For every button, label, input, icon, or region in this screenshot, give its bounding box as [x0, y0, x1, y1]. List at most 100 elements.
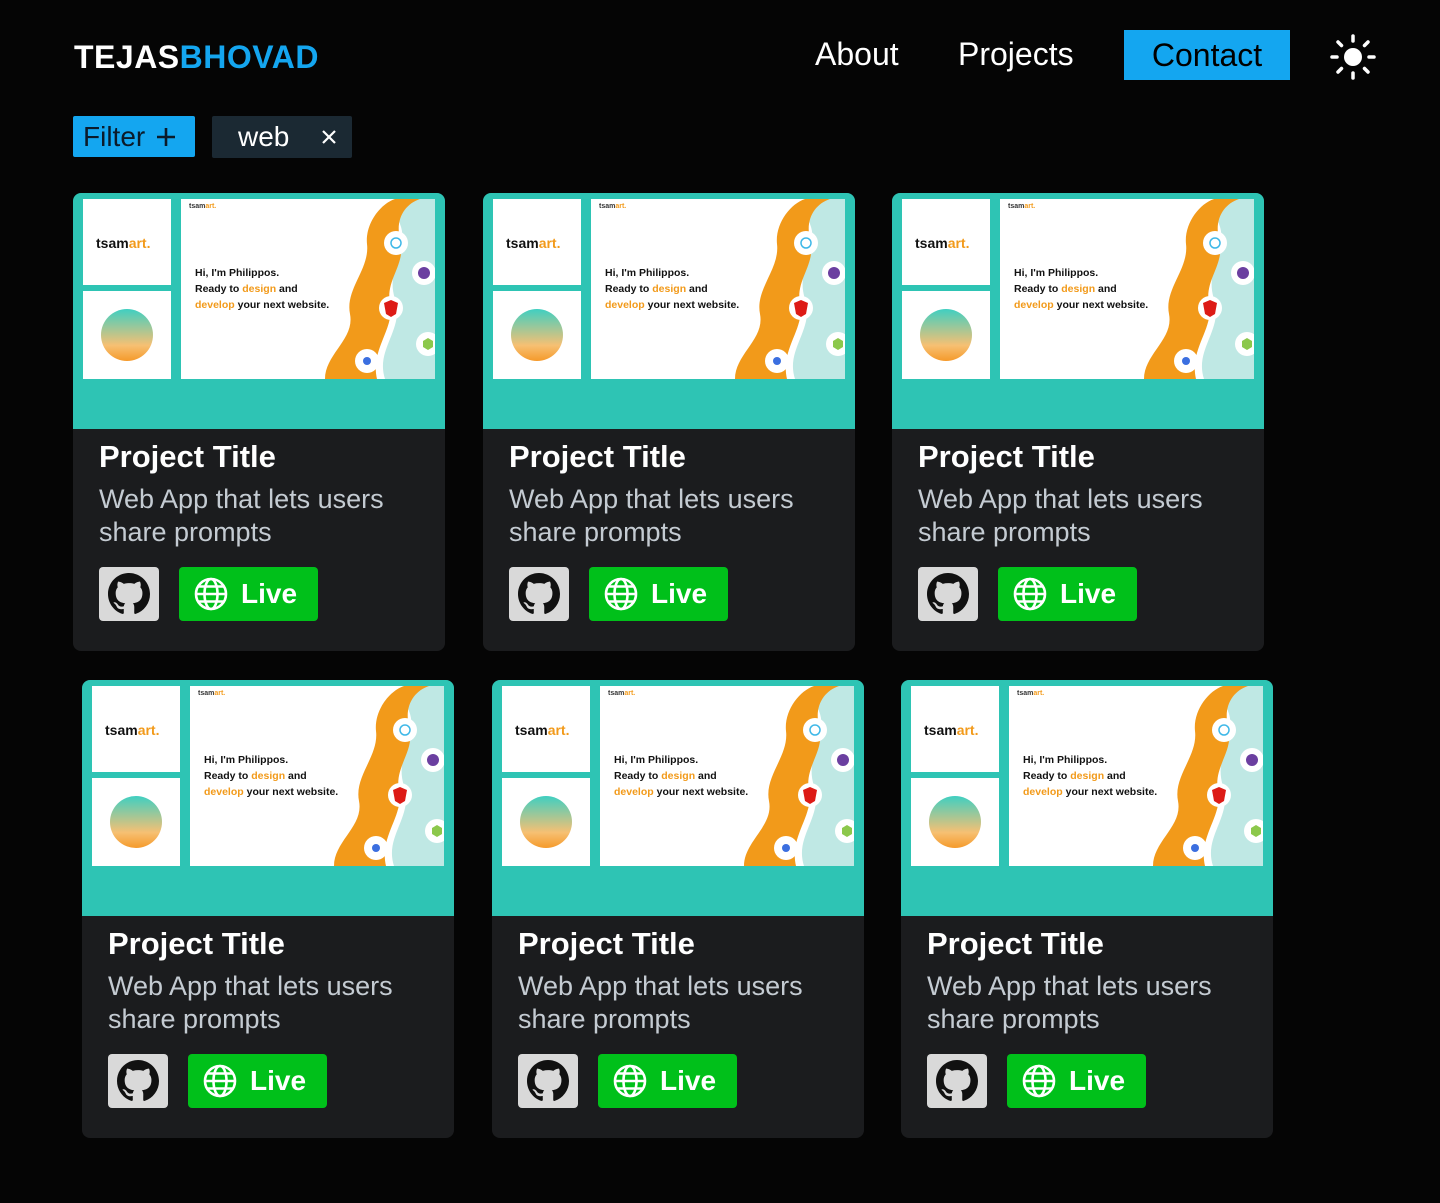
wave-illustration-icon: [1144, 199, 1254, 379]
wave-illustration-icon: [1153, 686, 1263, 866]
github-icon: [936, 1060, 978, 1101]
thumbnail-brand: tsamart.: [599, 203, 627, 210]
live-button-label: Live: [1060, 578, 1117, 609]
github-button[interactable]: [927, 1054, 987, 1108]
project-title: Project Title: [99, 439, 276, 474]
thumbnail-logo: tsamart.: [915, 235, 970, 251]
live-button-label: Live: [660, 1065, 717, 1096]
live-demo-button[interactable]: Live: [998, 567, 1137, 621]
logo-first-name: TEJAS: [74, 39, 180, 75]
thumbnail-logo-panel: tsamart.: [502, 686, 590, 772]
live-demo-button[interactable]: Live: [589, 567, 728, 621]
github-button[interactable]: [518, 1054, 578, 1108]
live-button-label: Live: [1069, 1065, 1126, 1096]
project-card: tsamart. tsamart. Hi, I'm Philippos. Rea…: [901, 680, 1273, 1138]
thumbnail-brand: tsamart.: [1017, 690, 1045, 697]
avatar: [101, 309, 153, 361]
wave-illustration-icon: [735, 199, 845, 379]
plus-icon: [157, 127, 176, 146]
globe-icon: [1022, 1064, 1056, 1098]
project-description: Web App that lets users share prompts: [108, 971, 393, 1034]
project-thumbnail[interactable]: tsamart. tsamart. Hi, I'm Philippos. Rea…: [483, 193, 855, 429]
filter-tag-label: web: [238, 121, 290, 152]
active-filter-tag: web: [212, 116, 352, 158]
project-thumbnail[interactable]: tsamart. tsamart. Hi, I'm Philippos. Rea…: [901, 680, 1273, 916]
thumbnail-logo: tsamart.: [515, 722, 570, 738]
project-thumbnail[interactable]: tsamart. tsamart. Hi, I'm Philippos. Rea…: [492, 680, 864, 916]
live-button-label: Live: [241, 578, 298, 609]
project-card: tsamart. tsamart. Hi, I'm Philippos. Rea…: [82, 680, 454, 1138]
thumbnail-hero-panel: tsamart. Hi, I'm Philippos. Ready to des…: [181, 199, 435, 379]
thumbnail-logo: tsamart.: [96, 235, 151, 251]
globe-icon: [194, 577, 228, 611]
project-description: Web App that lets users share prompts: [99, 484, 384, 547]
close-icon[interactable]: [318, 126, 340, 148]
project-title: Project Title: [518, 926, 695, 961]
project-thumbnail[interactable]: tsamart. tsamart. Hi, I'm Philippos. Rea…: [73, 193, 445, 429]
thumbnail-logo-panel: tsamart.: [493, 199, 581, 285]
project-title: Project Title: [927, 926, 1104, 961]
sun-icon[interactable]: [1329, 33, 1377, 81]
thumbnail-avatar-panel: [92, 778, 180, 866]
project-thumbnail[interactable]: tsamart. tsamart. Hi, I'm Philippos. Rea…: [82, 680, 454, 916]
thumbnail-hero-panel: tsamart. Hi, I'm Philippos. Ready to des…: [1009, 686, 1263, 866]
project-card: tsamart. tsamart. Hi, I'm Philippos. Rea…: [483, 193, 855, 651]
nav-projects[interactable]: Projects: [958, 34, 1074, 74]
avatar: [520, 796, 572, 848]
project-description: Web App that lets users share prompts: [918, 484, 1203, 547]
globe-icon: [613, 1064, 647, 1098]
logo-last-name: BHOVAD: [179, 39, 319, 75]
project-card: tsamart. tsamart. Hi, I'm Philippos. Rea…: [492, 680, 864, 1138]
github-button[interactable]: [108, 1054, 168, 1108]
github-button[interactable]: [509, 567, 569, 621]
project-description: Web App that lets users share prompts: [927, 971, 1212, 1034]
thumbnail-logo-panel: tsamart.: [911, 686, 999, 772]
github-icon: [117, 1060, 159, 1101]
thumbnail-logo-panel: tsamart.: [92, 686, 180, 772]
thumbnail-hero-panel: tsamart. Hi, I'm Philippos. Ready to des…: [1000, 199, 1254, 379]
wave-illustration-icon: [325, 199, 435, 379]
thumbnail-brand: tsamart.: [189, 203, 217, 210]
nav-contact-button[interactable]: Contact: [1124, 30, 1290, 80]
filter-button[interactable]: Filter: [73, 116, 195, 157]
globe-icon: [604, 577, 638, 611]
thumbnail-brand: tsamart.: [198, 690, 226, 697]
live-demo-button[interactable]: Live: [179, 567, 318, 621]
thumbnail-avatar-panel: [502, 778, 590, 866]
live-demo-button[interactable]: Live: [598, 1054, 737, 1108]
github-icon: [927, 573, 969, 614]
github-icon: [527, 1060, 569, 1101]
thumbnail-logo: tsamart.: [924, 722, 979, 738]
live-button-label: Live: [651, 578, 708, 609]
filter-button-label: Filter: [83, 120, 146, 152]
github-button[interactable]: [918, 567, 978, 621]
wave-illustration-icon: [334, 686, 444, 866]
thumbnail-logo: tsamart.: [105, 722, 160, 738]
project-title: Project Title: [108, 926, 285, 961]
project-title: Project Title: [918, 439, 1095, 474]
project-description: Web App that lets users share prompts: [509, 484, 794, 547]
project-title: Project Title: [509, 439, 686, 474]
project-thumbnail[interactable]: tsamart. tsamart. Hi, I'm Philippos. Rea…: [892, 193, 1264, 429]
github-icon: [108, 573, 150, 614]
live-demo-button[interactable]: Live: [188, 1054, 327, 1108]
thumbnail-avatar-panel: [902, 291, 990, 379]
thumbnail-logo-panel: tsamart.: [83, 199, 171, 285]
nav-about[interactable]: About: [815, 34, 899, 74]
site-logo[interactable]: TEJASBHOVAD: [74, 38, 319, 76]
live-button-label: Live: [250, 1065, 307, 1096]
thumbnail-logo: tsamart.: [506, 235, 561, 251]
live-demo-button[interactable]: Live: [1007, 1054, 1146, 1108]
project-description: Web App that lets users share prompts: [518, 971, 803, 1034]
github-button[interactable]: [99, 567, 159, 621]
thumbnail-avatar-panel: [911, 778, 999, 866]
thumbnail-avatar-panel: [493, 291, 581, 379]
avatar: [511, 309, 563, 361]
thumbnail-hero-panel: tsamart. Hi, I'm Philippos. Ready to des…: [600, 686, 854, 866]
project-card: tsamart. tsamart. Hi, I'm Philippos. Rea…: [892, 193, 1264, 651]
thumbnail-brand: tsamart.: [608, 690, 636, 697]
thumbnail-hero-panel: tsamart. Hi, I'm Philippos. Ready to des…: [190, 686, 444, 866]
wave-illustration-icon: [744, 686, 854, 866]
avatar: [110, 796, 162, 848]
project-card: tsamart. tsamart. Hi, I'm Philippos. Rea…: [73, 193, 445, 651]
